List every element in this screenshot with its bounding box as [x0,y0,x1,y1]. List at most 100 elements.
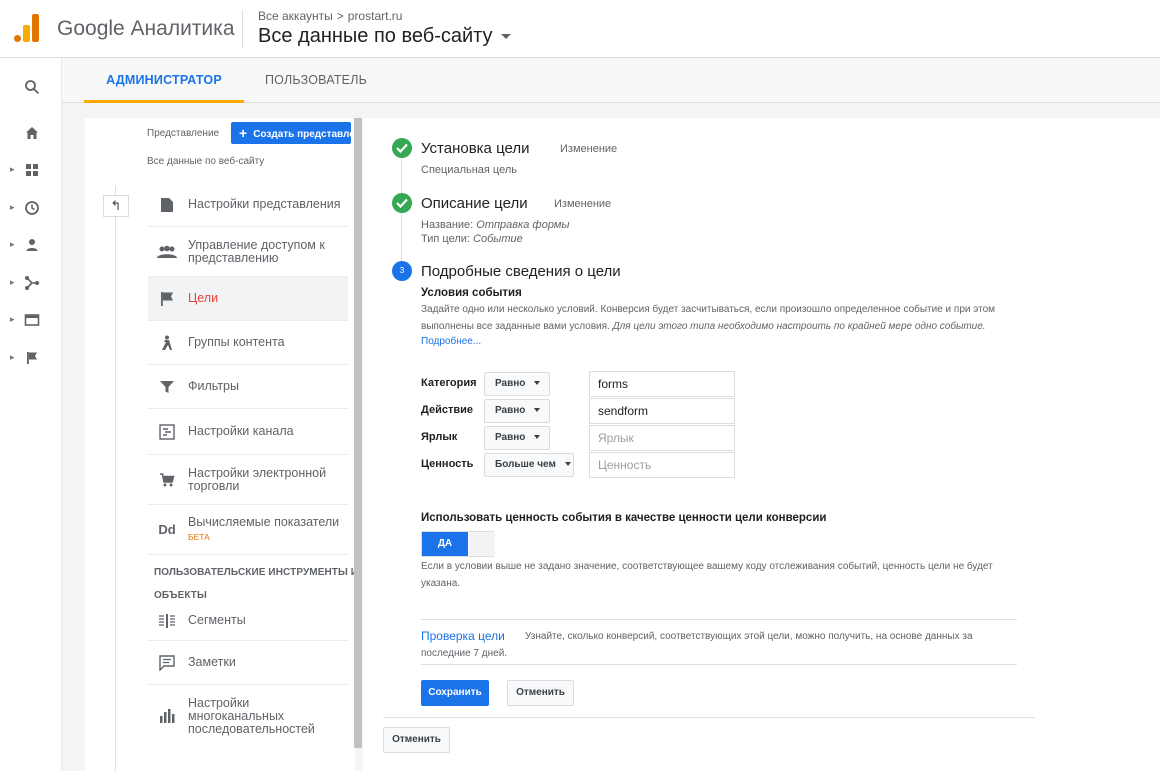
rail-acquisition[interactable]: ▸ [0,268,62,298]
check-circle-icon [392,138,412,158]
admin-tabs: АДМИНИСТРАТОР ПОЛЬЗОВАТЕЛЬ [62,58,1160,103]
beta-badge: БЕТА [188,531,210,542]
use-value-title: Использовать ценность события в качестве… [421,512,827,524]
breadcrumb-account[interactable]: prostart.ru [348,9,403,23]
chevron-down-icon [534,408,541,413]
condition-label-category: Категория [421,377,477,389]
step3-title: Подробные сведения о цели [421,263,621,280]
chevron-right-icon: ▸ [10,277,15,287]
home-icon [26,127,38,139]
admin-item-label: Сегменты [188,613,246,627]
create-view-button[interactable]: + Создать представление [231,122,351,144]
cancel-button[interactable]: Отменить [507,680,574,706]
admin-item-content-groups[interactable]: Группы контента [148,321,348,365]
chevron-down-icon [534,435,541,440]
app-header: Google Аналитика Все аккаунты > prostart.r… [0,0,1160,58]
admin-item-calculated-metrics[interactable]: Dd Вычисляемые показатели БЕТА [148,505,348,555]
breadcrumb: Все аккаунты > prostart.ru [258,9,402,23]
value-value-input[interactable]: Ценность [589,452,735,478]
tree-line [115,186,116,771]
back-arrow-icon: ↰ [110,198,122,213]
admin-item-filters[interactable]: Фильтры [148,365,348,409]
dd-icon: Dd [158,522,176,537]
outer-cancel-button[interactable]: Отменить [383,727,450,753]
step2-title: Описание цели [421,195,528,212]
back-button[interactable]: ↰ [103,195,129,217]
plus-icon: + [239,125,248,141]
admin-item-view-settings[interactable]: Настройки представления [148,183,348,227]
use-value-toggle[interactable]: ДА [421,531,495,557]
toggle-knob [469,532,495,556]
flag-icon [156,288,178,310]
admin-item-label: Цели [188,291,219,305]
goal-type-value: Событие [473,233,523,245]
label-value-input[interactable]: Ярлык [589,425,735,451]
step2-edit-link[interactable]: Изменение [554,198,611,210]
admin-item-label: Управление доступом к представлению [188,237,325,265]
learn-more-link[interactable]: Подробнее... [421,336,481,347]
save-button[interactable]: Сохранить [421,680,489,706]
breadcrumb-separator: > [336,9,344,23]
admin-item-goals[interactable]: Цели [148,277,348,321]
action-operator-select[interactable]: Равно [484,399,550,423]
admin-scrollbar[interactable] [354,118,362,748]
admin-item-label: Настройки электронной торговли [188,465,327,493]
rail-audience[interactable]: ▸ [0,230,62,260]
search-icon [25,80,40,95]
goal-name-value: Отправка формы [476,219,570,231]
rail-behavior[interactable]: ▸ [0,305,62,335]
dashboard-icon [26,164,38,176]
header-divider [242,10,243,48]
view-column-label: Представление [147,128,220,139]
admin-item-segments[interactable]: Сегменты [148,601,348,641]
chevron-down-icon [500,34,511,40]
chevron-right-icon: ▸ [10,314,15,324]
rail-realtime[interactable]: ▸ [0,193,62,223]
chevron-down-icon [534,381,541,386]
label-operator-select[interactable]: Равно [484,426,550,450]
step1-edit-link[interactable]: Изменение [560,143,617,155]
goal-type-label: Тип цели: [421,233,470,245]
rail-search[interactable] [0,72,62,102]
admin-item-channel-settings[interactable]: Настройки канала [148,409,348,455]
operator-label: Больше чем [495,459,556,470]
admin-item-multichannel[interactable]: Настройки многоканальных последовательно… [148,685,348,747]
category-operator-select[interactable]: Равно [484,372,550,396]
tab-administrator[interactable]: АДМИНИСТРАТОР [84,58,244,103]
chevron-right-icon: ▸ [10,239,15,249]
bars-icon [156,705,178,727]
category-value-input[interactable]: forms [589,371,735,397]
toggle-on-label: ДА [422,532,468,556]
view-name-selector[interactable]: Все данные по веб-сайту [147,156,264,167]
view-selector[interactable]: Все данные по веб-сайту [258,25,511,48]
behavior-icon [24,314,40,326]
people-icon [156,241,178,263]
rail-customization[interactable]: ▸ [0,155,62,185]
chevron-right-icon: ▸ [10,164,15,174]
breadcrumb-all-accounts[interactable]: Все аккаунты [258,9,333,23]
tab-user[interactable]: ПОЛЬЗОВАТЕЛЬ [265,58,367,103]
operator-label: Равно [495,432,526,443]
action-value-input[interactable]: sendform [589,398,735,424]
condition-label-action: Действие [421,404,473,416]
admin-item-annotations[interactable]: Заметки [148,641,348,685]
document-icon [156,194,178,216]
operator-label: Равно [495,405,526,416]
segments-icon [156,610,178,632]
rail-conversions[interactable]: ▸ [0,343,62,373]
notes-icon [156,652,178,674]
brand-name[interactable]: Google Аналитика [57,17,235,41]
divider [421,619,1017,620]
condition-label-value: Ценность [421,458,474,470]
admin-item-access[interactable]: Управление доступом к представлению [148,227,348,277]
analytics-logo-icon[interactable] [14,14,40,42]
admin-item-ecommerce[interactable]: Настройки электронной торговли [148,455,348,505]
conditions-title: Условия события [421,287,522,299]
admin-item-label: Группы контента [188,335,285,349]
goal-editor: Установка цели Изменение Специальная цел… [363,118,1160,771]
value-operator-select[interactable]: Больше чем [484,453,574,477]
admin-item-label: Настройки представления [188,197,341,211]
acquisition-icon [25,276,39,290]
goal-type-line: Тип цели: Событие [421,233,523,245]
rail-home[interactable] [0,118,62,148]
